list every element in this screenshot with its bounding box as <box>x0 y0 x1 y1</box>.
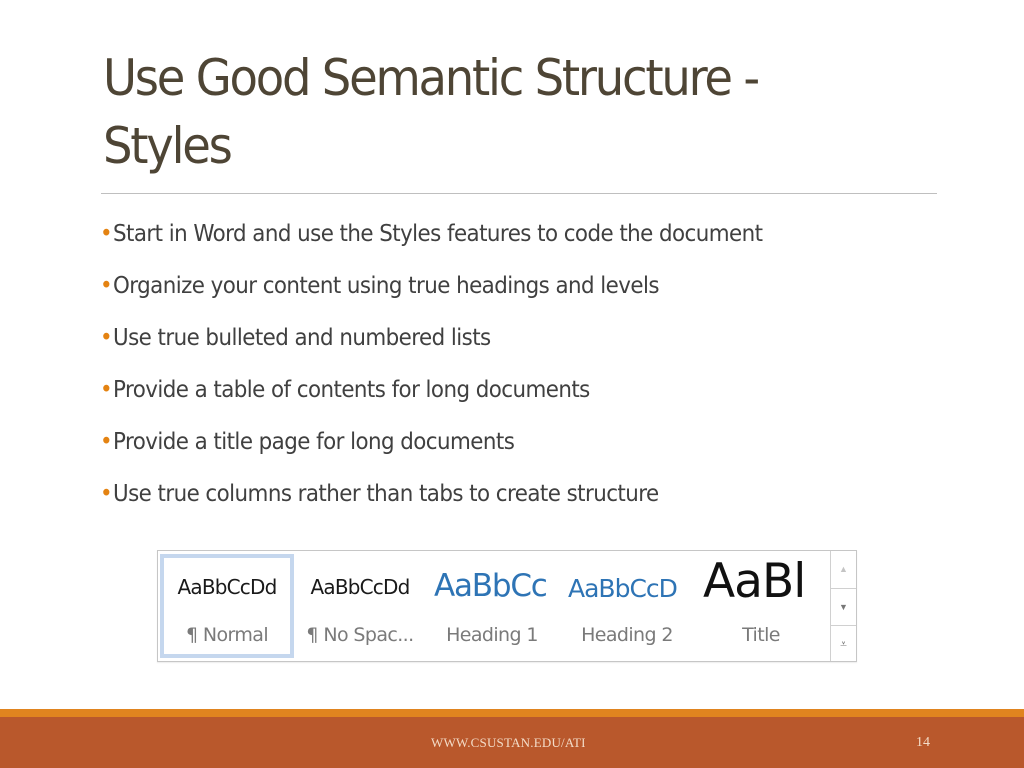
bullet-icon: • <box>100 221 113 247</box>
style-heading-2[interactable]: AaBbCcD Heading 2 <box>568 554 686 658</box>
page-number: 14 <box>916 735 930 750</box>
style-sample: AaBbCcDd <box>177 575 277 599</box>
style-label: ¶ No Spac... <box>306 624 414 646</box>
title-line-2: Styles <box>103 117 233 175</box>
bullet-item: •Provide a table of contents for long do… <box>100 377 590 403</box>
bullet-item: •Use true bulleted and numbered lists <box>100 325 491 351</box>
bullet-icon: • <box>100 273 113 299</box>
style-sample: AaBbCcDd <box>310 575 410 599</box>
style-title[interactable]: AaBl Title <box>703 554 819 658</box>
style-label: Title <box>742 624 780 646</box>
style-sample: AaBbCcD <box>568 574 678 603</box>
style-sample: AaBl <box>703 554 806 609</box>
slide-footer: WWW.CSUSTAN.EDU/ATI 14 <box>0 717 1024 768</box>
title-line-1: Use Good Semantic Structure - <box>103 49 760 107</box>
style-no-spacing[interactable]: AaBbCcDd ¶ No Spac... <box>298 554 422 658</box>
footer-accent-stripe <box>0 709 1024 717</box>
title-divider <box>101 193 937 194</box>
footer-url: WWW.CSUSTAN.EDU/ATI <box>431 735 586 750</box>
scroll-up-icon[interactable]: ▲ <box>831 551 856 587</box>
bullet-icon: • <box>100 377 113 403</box>
bullet-icon: • <box>100 429 113 455</box>
bullet-icon: • <box>100 481 113 507</box>
bullet-item: •Provide a title page for long documents <box>100 429 515 455</box>
bullet-item: •Start in Word and use the Styles featur… <box>100 221 763 247</box>
style-label: ¶ Normal <box>185 624 269 646</box>
bullet-icon: • <box>100 325 113 351</box>
bullet-item: •Use true columns rather than tabs to cr… <box>100 481 659 507</box>
bullet-list: •Start in Word and use the Styles featur… <box>100 218 812 530</box>
style-normal[interactable]: AaBbCcDd ¶ Normal <box>160 554 294 658</box>
style-heading-1[interactable]: AaBbCc Heading 1 <box>434 554 550 658</box>
scroll-down-icon[interactable]: ▼ <box>831 588 856 625</box>
more-styles-icon[interactable]: ⩡ <box>831 625 856 662</box>
gallery-scrollbar: ▲ ▼ ⩡ <box>830 551 856 661</box>
style-sample: AaBbCc <box>434 568 548 604</box>
style-label: Heading 2 <box>581 624 673 646</box>
bullet-item: •Organize your content using true headin… <box>100 273 660 299</box>
slide-title: Use Good Semantic Structure - Styles <box>103 44 903 180</box>
style-label: Heading 1 <box>446 624 538 646</box>
styles-gallery: AaBbCcDd ¶ Normal AaBbCcDd ¶ No Spac... … <box>157 550 857 662</box>
